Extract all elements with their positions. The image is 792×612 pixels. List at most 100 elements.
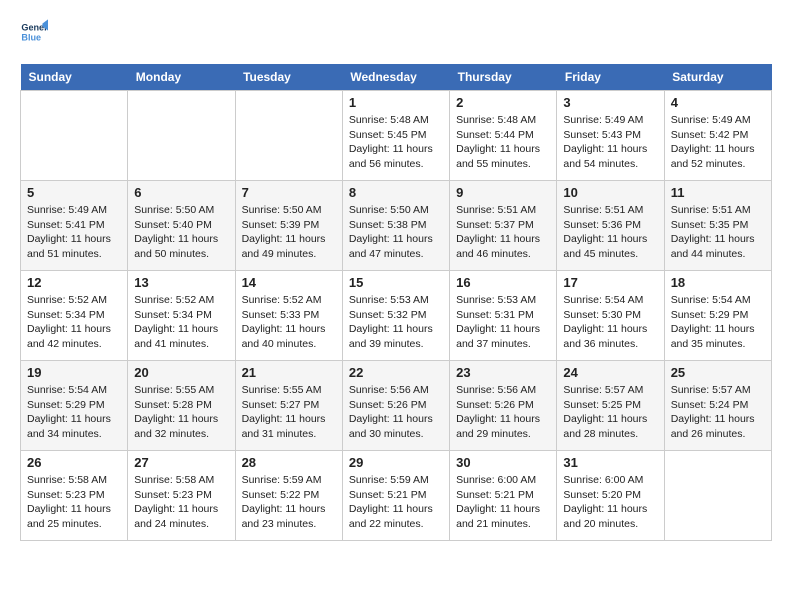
page-header: General Blue	[20, 20, 772, 48]
day-info: Sunrise: 5:54 AM Sunset: 5:30 PM Dayligh…	[563, 293, 657, 352]
day-number: 5	[27, 185, 121, 200]
calendar-cell: 11 Sunrise: 5:51 AM Sunset: 5:35 PM Dayli…	[664, 181, 771, 271]
calendar-cell: 3Sunrise: 5:49 AM Sunset: 5:43 PM Daylig…	[557, 91, 664, 181]
day-number: 15	[349, 275, 443, 290]
calendar-header: SundayMondayTuesdayWednesdayThursdayFrid…	[21, 64, 772, 91]
svg-text:Blue: Blue	[21, 32, 41, 42]
day-number: 17	[563, 275, 657, 290]
day-info: Sunrise: 5:52 AM Sunset: 5:34 PM Dayligh…	[27, 293, 121, 352]
day-info: Sunrise: 5:49 AM Sunset: 5:43 PM Dayligh…	[563, 113, 657, 172]
day-number: 28	[242, 455, 336, 470]
calendar-cell: 28 Sunrise: 5:59 AM Sunset: 5:22 PM Dayli…	[235, 451, 342, 541]
calendar-cell: 2Sunrise: 5:48 AM Sunset: 5:44 PM Daylig…	[450, 91, 557, 181]
calendar-cell: 23 Sunrise: 5:56 AM Sunset: 5:26 PM Dayli…	[450, 361, 557, 451]
weekday-header: Wednesday	[342, 64, 449, 91]
calendar-cell: 5 Sunrise: 5:49 AM Sunset: 5:41 PM Daylig…	[21, 181, 128, 271]
calendar-cell: 6 Sunrise: 5:50 AM Sunset: 5:40 PM Daylig…	[128, 181, 235, 271]
calendar-cell: 26Sunrise: 5:58 AM Sunset: 5:23 PM Dayli…	[21, 451, 128, 541]
calendar-table: SundayMondayTuesdayWednesdayThursdayFrid…	[20, 64, 772, 541]
day-info: Sunrise: 5:50 AM Sunset: 5:39 PM Dayligh…	[242, 203, 336, 262]
day-info: Sunrise: 6:00 AM Sunset: 5:21 PM Dayligh…	[456, 473, 550, 532]
weekday-header: Thursday	[450, 64, 557, 91]
day-number: 18	[671, 275, 765, 290]
day-info: Sunrise: 5:54 AM Sunset: 5:29 PM Dayligh…	[27, 383, 121, 442]
calendar-cell: 10 Sunrise: 5:51 AM Sunset: 5:36 PM Dayli…	[557, 181, 664, 271]
day-info: Sunrise: 5:57 AM Sunset: 5:24 PM Dayligh…	[671, 383, 765, 442]
weekday-header: Saturday	[664, 64, 771, 91]
calendar-cell: 20 Sunrise: 5:55 AM Sunset: 5:28 PM Dayli…	[128, 361, 235, 451]
day-number: 11	[671, 185, 765, 200]
day-info: Sunrise: 5:55 AM Sunset: 5:27 PM Dayligh…	[242, 383, 336, 442]
day-number: 30	[456, 455, 550, 470]
day-number: 13	[134, 275, 228, 290]
day-info: Sunrise: 5:48 AM Sunset: 5:44 PM Dayligh…	[456, 113, 550, 172]
day-number: 1	[349, 95, 443, 110]
calendar-week-row: 26Sunrise: 5:58 AM Sunset: 5:23 PM Dayli…	[21, 451, 772, 541]
calendar-cell: 31 Sunrise: 6:00 AM Sunset: 5:20 PM Dayli…	[557, 451, 664, 541]
day-info: Sunrise: 6:00 AM Sunset: 5:20 PM Dayligh…	[563, 473, 657, 532]
day-number: 19	[27, 365, 121, 380]
day-info: Sunrise: 5:52 AM Sunset: 5:34 PM Dayligh…	[134, 293, 228, 352]
calendar-cell: 25 Sunrise: 5:57 AM Sunset: 5:24 PM Dayli…	[664, 361, 771, 451]
calendar-cell: 19 Sunrise: 5:54 AM Sunset: 5:29 PM Dayli…	[21, 361, 128, 451]
day-number: 12	[27, 275, 121, 290]
weekday-header: Monday	[128, 64, 235, 91]
day-info: Sunrise: 5:51 AM Sunset: 5:35 PM Dayligh…	[671, 203, 765, 262]
day-info: Sunrise: 5:59 AM Sunset: 5:22 PM Dayligh…	[242, 473, 336, 532]
day-info: Sunrise: 5:55 AM Sunset: 5:28 PM Dayligh…	[134, 383, 228, 442]
calendar-cell: 9 Sunrise: 5:51 AM Sunset: 5:37 PM Daylig…	[450, 181, 557, 271]
day-number: 31	[563, 455, 657, 470]
calendar-cell: 16Sunrise: 5:53 AM Sunset: 5:31 PM Dayli…	[450, 271, 557, 361]
day-info: Sunrise: 5:56 AM Sunset: 5:26 PM Dayligh…	[456, 383, 550, 442]
calendar-cell: 15 Sunrise: 5:53 AM Sunset: 5:32 PM Dayli…	[342, 271, 449, 361]
day-number: 9	[456, 185, 550, 200]
day-number: 27	[134, 455, 228, 470]
calendar-cell	[235, 91, 342, 181]
day-info: Sunrise: 5:51 AM Sunset: 5:37 PM Dayligh…	[456, 203, 550, 262]
day-info: Sunrise: 5:52 AM Sunset: 5:33 PM Dayligh…	[242, 293, 336, 352]
calendar-body: 1 Sunrise: 5:48 AM Sunset: 5:45 PM Daylig…	[21, 91, 772, 541]
day-number: 8	[349, 185, 443, 200]
day-info: Sunrise: 5:53 AM Sunset: 5:32 PM Dayligh…	[349, 293, 443, 352]
day-number: 23	[456, 365, 550, 380]
calendar-cell: 29 Sunrise: 5:59 AM Sunset: 5:21 PM Dayli…	[342, 451, 449, 541]
calendar-cell	[21, 91, 128, 181]
calendar-week-row: 12 Sunrise: 5:52 AM Sunset: 5:34 PM Dayli…	[21, 271, 772, 361]
day-info: Sunrise: 5:49 AM Sunset: 5:41 PM Dayligh…	[27, 203, 121, 262]
day-number: 10	[563, 185, 657, 200]
weekday-row: SundayMondayTuesdayWednesdayThursdayFrid…	[21, 64, 772, 91]
day-info: Sunrise: 5:50 AM Sunset: 5:38 PM Dayligh…	[349, 203, 443, 262]
calendar-cell: 17 Sunrise: 5:54 AM Sunset: 5:30 PM Dayli…	[557, 271, 664, 361]
day-number: 4	[671, 95, 765, 110]
calendar-week-row: 1 Sunrise: 5:48 AM Sunset: 5:45 PM Daylig…	[21, 91, 772, 181]
day-info: Sunrise: 5:54 AM Sunset: 5:29 PM Dayligh…	[671, 293, 765, 352]
weekday-header: Tuesday	[235, 64, 342, 91]
calendar-cell: 7Sunrise: 5:50 AM Sunset: 5:39 PM Daylig…	[235, 181, 342, 271]
day-info: Sunrise: 5:57 AM Sunset: 5:25 PM Dayligh…	[563, 383, 657, 442]
day-info: Sunrise: 5:58 AM Sunset: 5:23 PM Dayligh…	[27, 473, 121, 532]
day-number: 25	[671, 365, 765, 380]
calendar-week-row: 5 Sunrise: 5:49 AM Sunset: 5:41 PM Daylig…	[21, 181, 772, 271]
calendar-cell: 12 Sunrise: 5:52 AM Sunset: 5:34 PM Dayli…	[21, 271, 128, 361]
day-info: Sunrise: 5:51 AM Sunset: 5:36 PM Dayligh…	[563, 203, 657, 262]
calendar-cell: 30 Sunrise: 6:00 AM Sunset: 5:21 PM Dayli…	[450, 451, 557, 541]
calendar-cell: 22Sunrise: 5:56 AM Sunset: 5:26 PM Dayli…	[342, 361, 449, 451]
weekday-header: Sunday	[21, 64, 128, 91]
logo-icon: General Blue	[20, 18, 48, 46]
day-number: 22	[349, 365, 443, 380]
calendar-cell: 1 Sunrise: 5:48 AM Sunset: 5:45 PM Daylig…	[342, 91, 449, 181]
calendar-week-row: 19 Sunrise: 5:54 AM Sunset: 5:29 PM Dayli…	[21, 361, 772, 451]
calendar-cell: 21Sunrise: 5:55 AM Sunset: 5:27 PM Dayli…	[235, 361, 342, 451]
day-info: Sunrise: 5:50 AM Sunset: 5:40 PM Dayligh…	[134, 203, 228, 262]
calendar-cell: 13 Sunrise: 5:52 AM Sunset: 5:34 PM Dayli…	[128, 271, 235, 361]
day-info: Sunrise: 5:58 AM Sunset: 5:23 PM Dayligh…	[134, 473, 228, 532]
calendar-cell	[128, 91, 235, 181]
day-number: 24	[563, 365, 657, 380]
day-number: 20	[134, 365, 228, 380]
day-info: Sunrise: 5:48 AM Sunset: 5:45 PM Dayligh…	[349, 113, 443, 172]
day-number: 6	[134, 185, 228, 200]
day-number: 29	[349, 455, 443, 470]
weekday-header: Friday	[557, 64, 664, 91]
day-info: Sunrise: 5:59 AM Sunset: 5:21 PM Dayligh…	[349, 473, 443, 532]
day-info: Sunrise: 5:49 AM Sunset: 5:42 PM Dayligh…	[671, 113, 765, 172]
